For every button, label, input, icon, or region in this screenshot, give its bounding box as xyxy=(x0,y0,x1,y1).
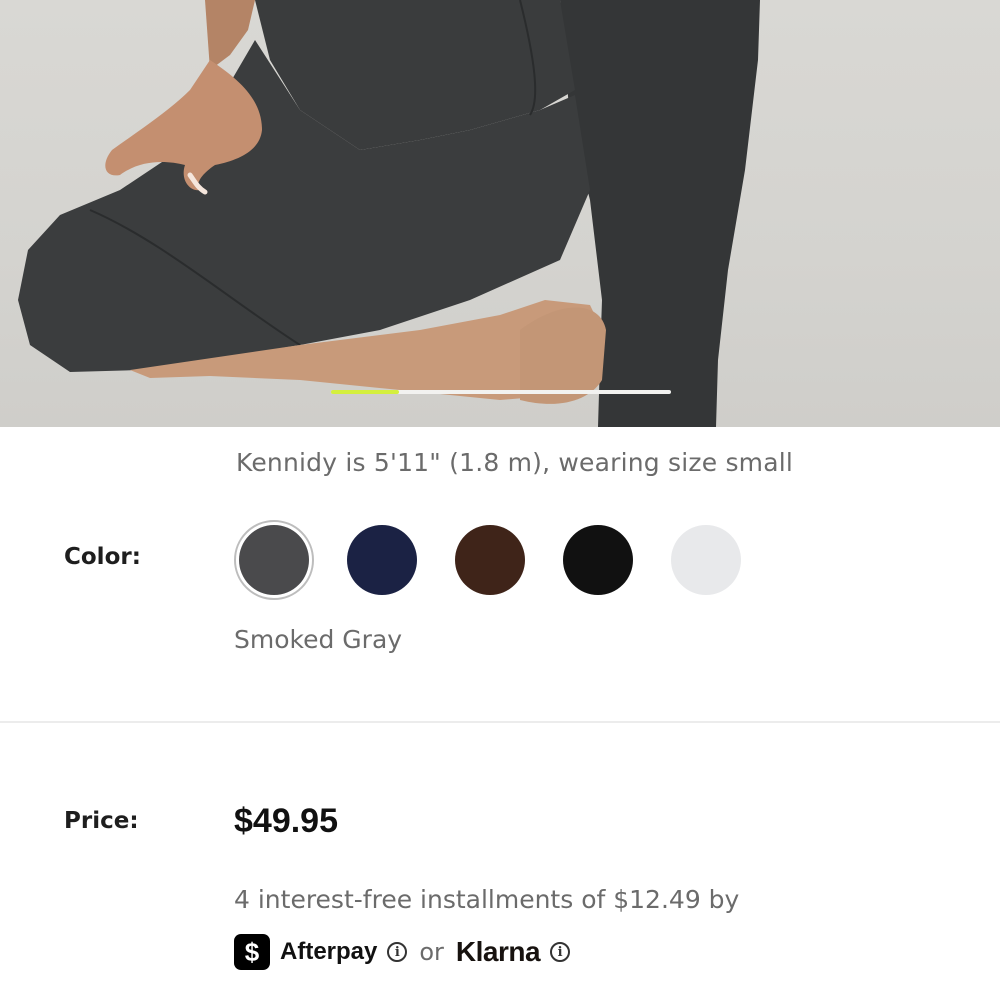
color-swatch-smoked-gray[interactable] xyxy=(234,520,314,600)
price-label: Price: xyxy=(64,808,139,834)
color-swatch-white[interactable] xyxy=(666,520,746,600)
installments-text: 4 interest-free installments of $12.49 b… xyxy=(234,885,740,914)
color-swatch-fill xyxy=(455,525,525,595)
color-swatch-fill xyxy=(671,525,741,595)
klarna-info-icon[interactable]: i xyxy=(550,942,571,962)
color-swatch-fill xyxy=(347,525,417,595)
gallery-progress-indicator xyxy=(331,390,399,394)
product-image-gallery[interactable] xyxy=(0,0,1000,427)
afterpay-info-icon[interactable]: i xyxy=(387,942,408,962)
color-swatch-list xyxy=(234,520,774,600)
afterpay-logo-icon: $ xyxy=(234,934,270,970)
color-swatch-brown[interactable] xyxy=(450,520,530,600)
payment-options: $ Afterpay i or Klarna i xyxy=(234,932,571,972)
section-divider xyxy=(0,721,1000,723)
color-swatch-black[interactable] xyxy=(558,520,638,600)
product-page: Kennidy is 5'11" (1.8 m), wearing size s… xyxy=(0,0,1000,1000)
color-swatch-fill xyxy=(563,525,633,595)
gallery-progress-track xyxy=(331,390,671,394)
color-swatch-navy[interactable] xyxy=(342,520,422,600)
model-size-caption: Kennidy is 5'11" (1.8 m), wearing size s… xyxy=(236,448,794,477)
color-label: Color: xyxy=(64,544,141,570)
or-separator: or xyxy=(419,938,444,966)
color-swatch-fill xyxy=(239,525,309,595)
selected-color-name: Smoked Gray xyxy=(234,625,403,654)
price-amount: $49.95 xyxy=(234,802,338,840)
afterpay-label: Afterpay xyxy=(280,938,378,965)
klarna-label: Klarna xyxy=(455,936,541,967)
product-photo xyxy=(18,0,760,427)
